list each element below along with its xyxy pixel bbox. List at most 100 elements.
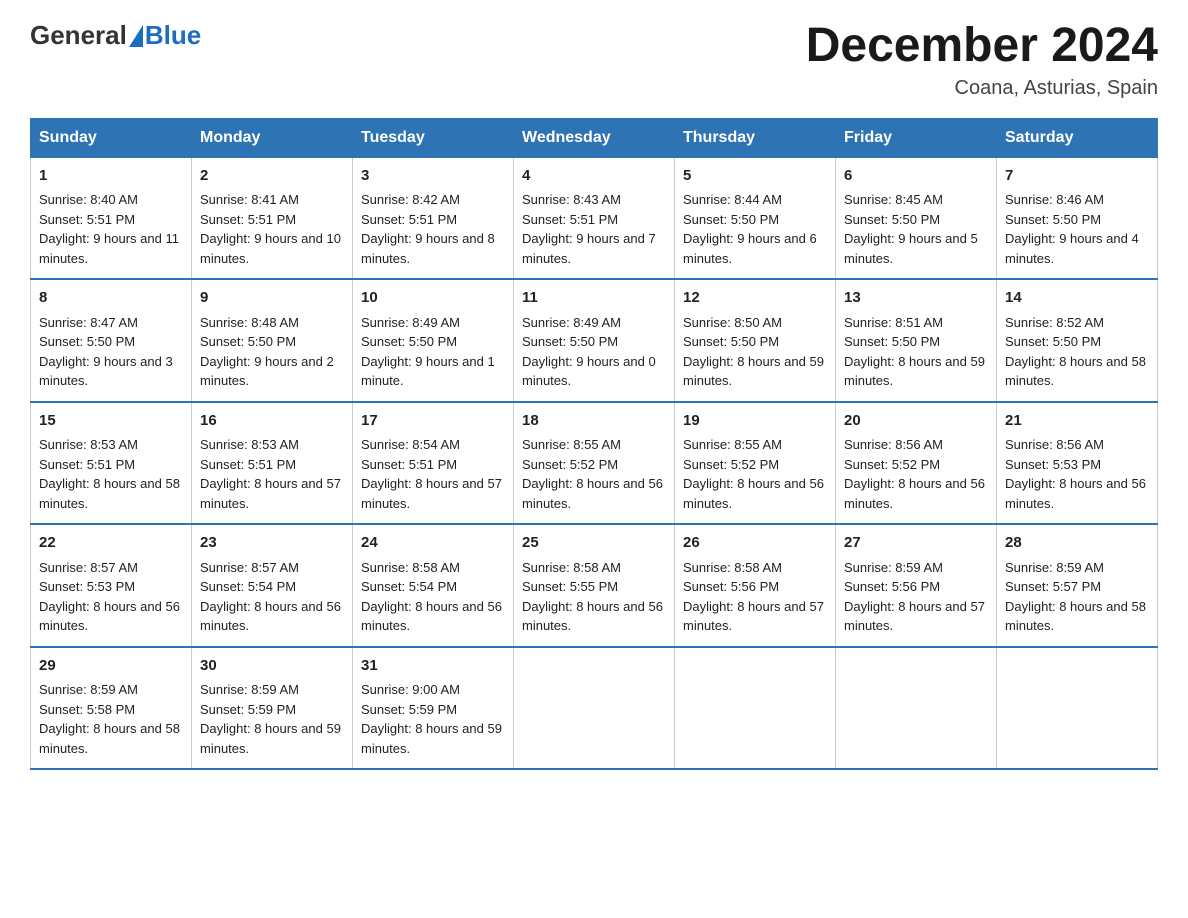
day-number: 17 (361, 410, 505, 433)
calendar-cell: 23Sunrise: 8:57 AMSunset: 5:54 PMDayligh… (192, 524, 353, 647)
header-wednesday: Wednesday (514, 118, 675, 157)
header-thursday: Thursday (675, 118, 836, 157)
calendar-cell: 7Sunrise: 8:46 AMSunset: 5:50 PMDaylight… (997, 157, 1158, 279)
calendar-cell: 28Sunrise: 8:59 AMSunset: 5:57 PMDayligh… (997, 524, 1158, 647)
week-row-3: 15Sunrise: 8:53 AMSunset: 5:51 PMDayligh… (31, 402, 1158, 525)
calendar-cell: 8Sunrise: 8:47 AMSunset: 5:50 PMDaylight… (31, 279, 192, 402)
day-number: 2 (200, 165, 344, 188)
calendar-cell (675, 647, 836, 770)
calendar-cell: 20 Sunrise: 8:56 AMSunset: 5:52 PMDayligh… (836, 402, 997, 525)
header-friday: Friday (836, 118, 997, 157)
calendar-cell: 25Sunrise: 8:58 AMSunset: 5:55 PMDayligh… (514, 524, 675, 647)
calendar-cell: 29 Sunrise: 8:59 AMSunset: 5:58 PMDayligh… (31, 647, 192, 770)
day-number: 12 (683, 287, 827, 310)
header-sunday: Sunday (31, 118, 192, 157)
logo: General Blue (30, 20, 201, 51)
day-number: 15 (39, 410, 183, 433)
day-number: 9 (200, 287, 344, 310)
day-number: 14 (1005, 287, 1149, 310)
day-number: 13 (844, 287, 988, 310)
calendar-cell: 16Sunrise: 8:53 AMSunset: 5:51 PMDayligh… (192, 402, 353, 525)
title-block: December 2024 Coana, Asturias, Spain (806, 20, 1158, 100)
day-info: Sunrise: 8:54 AMSunset: 5:51 PMDaylight:… (361, 437, 502, 511)
day-info: Sunrise: 8:59 AMSunset: 5:58 PMDaylight:… (39, 682, 180, 756)
day-number: 16 (200, 410, 344, 433)
calendar-cell: 30 Sunrise: 8:59 AMSunset: 5:59 PMDayligh… (192, 647, 353, 770)
day-info: Sunrise: 8:43 AMSunset: 5:51 PMDaylight:… (522, 192, 656, 266)
day-info: Sunrise: 8:49 AMSunset: 5:50 PMDaylight:… (522, 315, 656, 389)
calendar-cell: 17 Sunrise: 8:54 AMSunset: 5:51 PMDayligh… (353, 402, 514, 525)
day-number: 11 (522, 287, 666, 310)
day-info: Sunrise: 8:59 AMSunset: 5:59 PMDaylight:… (200, 682, 341, 756)
day-number: 29 (39, 655, 183, 678)
day-info: Sunrise: 8:58 AMSunset: 5:56 PMDaylight:… (683, 560, 824, 634)
day-info: Sunrise: 8:42 AMSunset: 5:51 PMDaylight:… (361, 192, 495, 266)
day-number: 20 (844, 410, 988, 433)
day-number: 7 (1005, 165, 1149, 188)
week-row-4: 22Sunrise: 8:57 AMSunset: 5:53 PMDayligh… (31, 524, 1158, 647)
calendar-cell: 15Sunrise: 8:53 AMSunset: 5:51 PMDayligh… (31, 402, 192, 525)
day-number: 6 (844, 165, 988, 188)
day-info: Sunrise: 8:49 AMSunset: 5:50 PMDaylight:… (361, 315, 495, 389)
day-number: 19 (683, 410, 827, 433)
day-info: Sunrise: 8:59 AMSunset: 5:56 PMDaylight:… (844, 560, 985, 634)
day-info: Sunrise: 8:55 AMSunset: 5:52 PMDaylight:… (683, 437, 824, 511)
day-number: 10 (361, 287, 505, 310)
calendar-cell: 10 Sunrise: 8:49 AMSunset: 5:50 PMDayligh… (353, 279, 514, 402)
week-row-2: 8Sunrise: 8:47 AMSunset: 5:50 PMDaylight… (31, 279, 1158, 402)
week-row-5: 29 Sunrise: 8:59 AMSunset: 5:58 PMDayligh… (31, 647, 1158, 770)
calendar-cell: 3 Sunrise: 8:42 AMSunset: 5:51 PMDaylight… (353, 157, 514, 279)
logo-triangle-icon (129, 25, 143, 47)
day-info: Sunrise: 8:55 AMSunset: 5:52 PMDaylight:… (522, 437, 663, 511)
header-monday: Monday (192, 118, 353, 157)
day-number: 21 (1005, 410, 1149, 433)
day-number: 1 (39, 165, 183, 188)
day-info: Sunrise: 8:56 AMSunset: 5:52 PMDaylight:… (844, 437, 985, 511)
day-info: Sunrise: 8:48 AMSunset: 5:50 PMDaylight:… (200, 315, 334, 389)
day-number: 30 (200, 655, 344, 678)
day-number: 3 (361, 165, 505, 188)
calendar-cell: 27 Sunrise: 8:59 AMSunset: 5:56 PMDayligh… (836, 524, 997, 647)
calendar-cell: 19 Sunrise: 8:55 AMSunset: 5:52 PMDayligh… (675, 402, 836, 525)
logo-blue-text: Blue (145, 20, 201, 51)
calendar-cell: 6 Sunrise: 8:45 AMSunset: 5:50 PMDaylight… (836, 157, 997, 279)
calendar-cell: 9 Sunrise: 8:48 AMSunset: 5:50 PMDaylight… (192, 279, 353, 402)
calendar-cell: 26 Sunrise: 8:58 AMSunset: 5:56 PMDayligh… (675, 524, 836, 647)
day-number: 4 (522, 165, 666, 188)
day-info: Sunrise: 8:56 AMSunset: 5:53 PMDaylight:… (1005, 437, 1146, 511)
day-info: Sunrise: 8:51 AMSunset: 5:50 PMDaylight:… (844, 315, 985, 389)
header-saturday: Saturday (997, 118, 1158, 157)
logo-general-text: General (30, 20, 127, 51)
week-row-1: 1 Sunrise: 8:40 AMSunset: 5:51 PMDaylight… (31, 157, 1158, 279)
day-info: Sunrise: 8:57 AMSunset: 5:54 PMDaylight:… (200, 560, 341, 634)
location-subtitle: Coana, Asturias, Spain (806, 77, 1158, 100)
day-number: 27 (844, 532, 988, 555)
day-number: 8 (39, 287, 183, 310)
day-info: Sunrise: 8:45 AMSunset: 5:50 PMDaylight:… (844, 192, 978, 266)
calendar-cell: 1 Sunrise: 8:40 AMSunset: 5:51 PMDaylight… (31, 157, 192, 279)
calendar-cell: 5Sunrise: 8:44 AMSunset: 5:50 PMDaylight… (675, 157, 836, 279)
day-number: 26 (683, 532, 827, 555)
month-year-title: December 2024 (806, 20, 1158, 73)
calendar-table: SundayMondayTuesdayWednesdayThursdayFrid… (30, 118, 1158, 771)
day-info: Sunrise: 8:58 AMSunset: 5:54 PMDaylight:… (361, 560, 502, 634)
day-number: 31 (361, 655, 505, 678)
calendar-cell: 13 Sunrise: 8:51 AMSunset: 5:50 PMDayligh… (836, 279, 997, 402)
day-info: Sunrise: 8:50 AMSunset: 5:50 PMDaylight:… (683, 315, 824, 389)
calendar-cell (514, 647, 675, 770)
day-info: Sunrise: 8:41 AMSunset: 5:51 PMDaylight:… (200, 192, 341, 266)
calendar-cell: 12 Sunrise: 8:50 AMSunset: 5:50 PMDayligh… (675, 279, 836, 402)
page-header: General Blue December 2024 Coana, Asturi… (30, 20, 1158, 100)
calendar-cell: 31Sunrise: 9:00 AMSunset: 5:59 PMDayligh… (353, 647, 514, 770)
calendar-cell: 2 Sunrise: 8:41 AMSunset: 5:51 PMDaylight… (192, 157, 353, 279)
header-tuesday: Tuesday (353, 118, 514, 157)
day-number: 22 (39, 532, 183, 555)
day-number: 24 (361, 532, 505, 555)
calendar-cell: 11 Sunrise: 8:49 AMSunset: 5:50 PMDayligh… (514, 279, 675, 402)
day-info: Sunrise: 8:40 AMSunset: 5:51 PMDaylight:… (39, 192, 179, 266)
day-number: 25 (522, 532, 666, 555)
calendar-cell (836, 647, 997, 770)
day-number: 5 (683, 165, 827, 188)
calendar-cell: 18Sunrise: 8:55 AMSunset: 5:52 PMDayligh… (514, 402, 675, 525)
day-info: Sunrise: 8:59 AMSunset: 5:57 PMDaylight:… (1005, 560, 1146, 634)
